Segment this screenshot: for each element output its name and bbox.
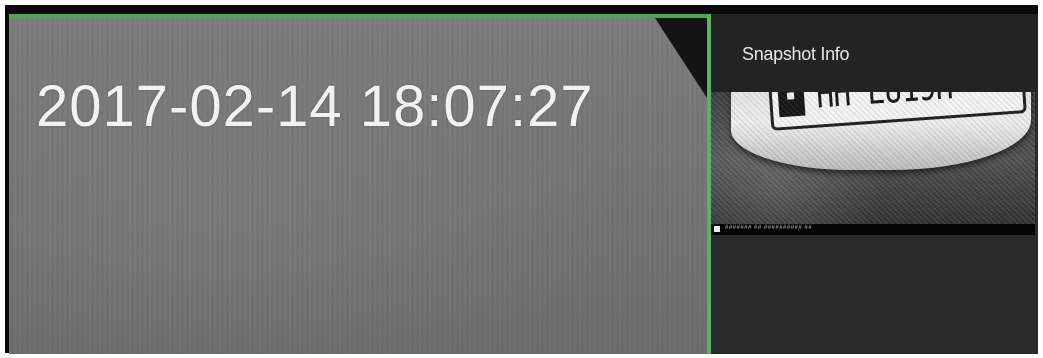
- license-plate: HH EU19H: [767, 92, 1027, 131]
- snapshot-info-panel: Snapshot Info HH EU19H ####### ## ######…: [711, 14, 1038, 354]
- caption-marker-icon: [714, 226, 720, 232]
- license-plate-text: HH EU19H: [815, 92, 954, 117]
- snapshot-caption-bar: ####### ## ########## ##: [711, 224, 1035, 235]
- live-video-view[interactable]: [9, 14, 707, 354]
- snapshot-caption-text: ####### ## ########## ##: [725, 225, 813, 231]
- snapshot-info-body: [711, 235, 1038, 354]
- panel-title: Snapshot Info: [742, 44, 850, 64]
- panel-header: Snapshot Info: [711, 14, 1038, 92]
- snapshot-image[interactable]: HH EU19H: [711, 92, 1035, 224]
- video-timestamp: 2017-02-14 18:07:27: [36, 74, 594, 139]
- vehicle-bumper: HH EU19H: [731, 92, 1031, 170]
- plate-country-badge: [776, 92, 806, 118]
- selected-channel-indicator: [9, 14, 709, 18]
